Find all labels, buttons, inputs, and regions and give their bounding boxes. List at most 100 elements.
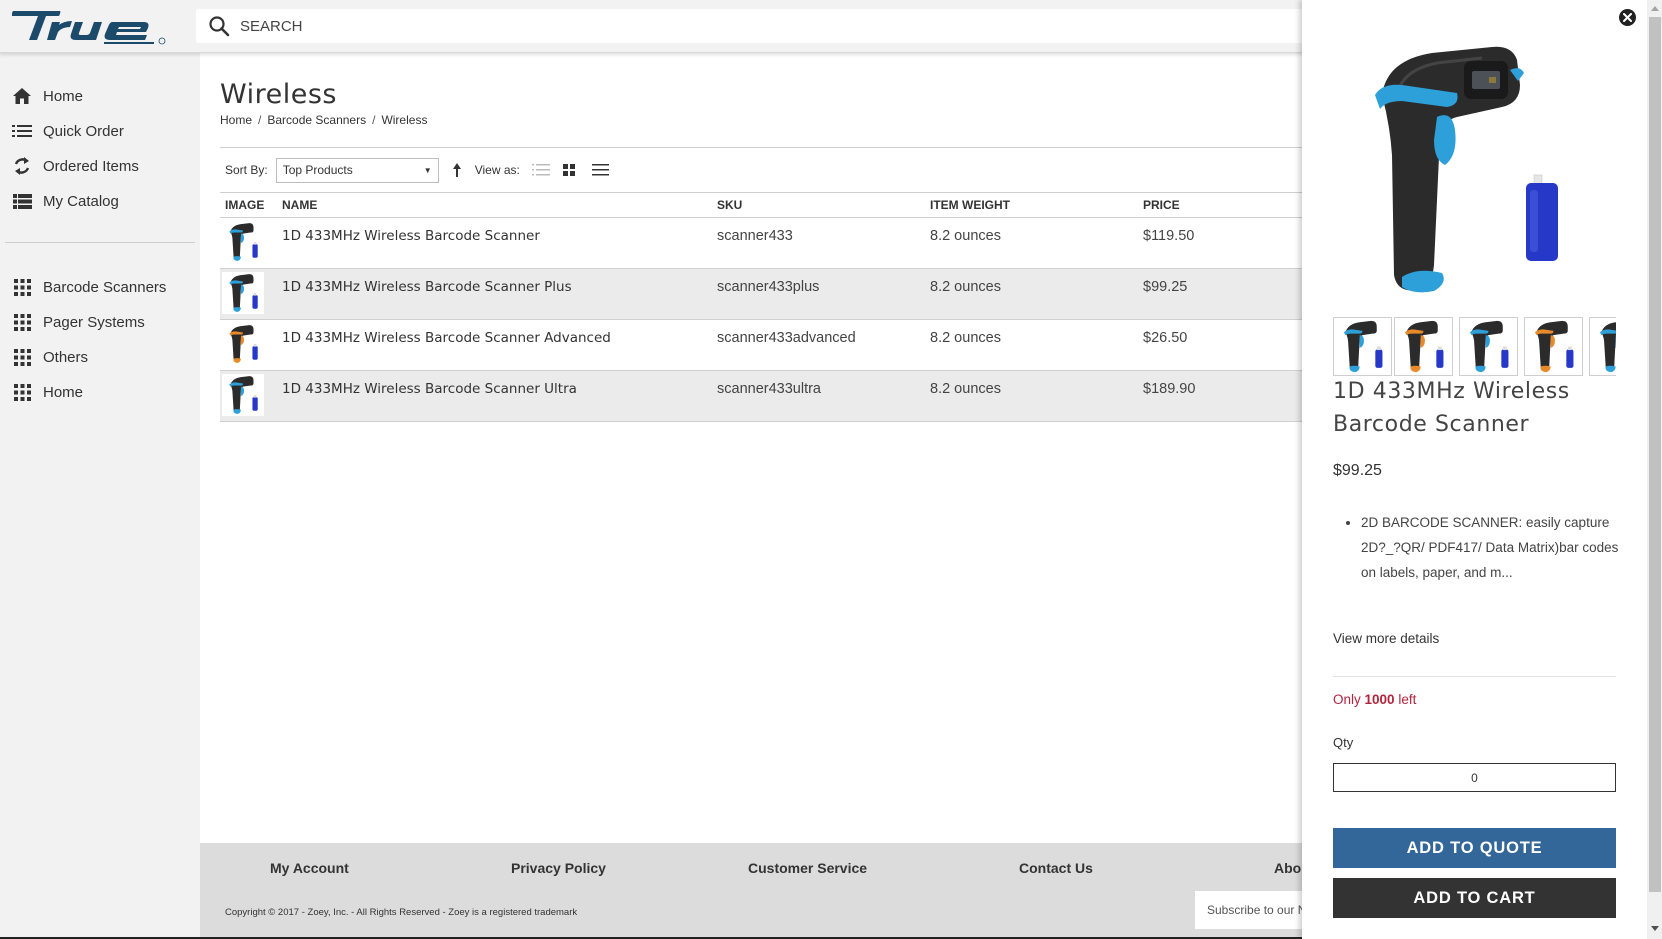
product-weight: 8.2 ounces xyxy=(925,319,1138,371)
list-view-icon[interactable] xyxy=(531,162,550,178)
refresh-icon xyxy=(12,156,32,176)
column-header-sku: SKU xyxy=(712,193,925,218)
product-price: $189.90 xyxy=(1138,370,1302,422)
home-icon xyxy=(12,86,32,106)
column-header-item-weight: ITEM WEIGHT xyxy=(925,193,1138,218)
gallery-thumbnail[interactable] xyxy=(1394,317,1453,376)
product-thumbnail[interactable] xyxy=(222,322,264,365)
gallery-thumbnail[interactable] xyxy=(1589,317,1616,376)
footer-link-my-account[interactable]: My Account xyxy=(270,860,349,876)
breadcrumb: Home / Barcode Scanners / Wireless xyxy=(220,113,427,127)
product-name[interactable]: 1D 433MHz Wireless Barcode Scanner Plus xyxy=(282,279,572,295)
sidebar-item-label: Home xyxy=(43,87,84,105)
close-icon[interactable] xyxy=(1619,9,1636,26)
sidebar-item-label: Pager Systems xyxy=(43,313,145,331)
copyright-text: Copyright © 2017 - Zoey, Inc. - All Righ… xyxy=(225,907,578,918)
newsletter-subscribe-input[interactable] xyxy=(1195,891,1315,929)
grid-icon xyxy=(12,347,32,367)
table-view-icon[interactable] xyxy=(591,162,610,178)
product-sku: scanner433advanced xyxy=(712,319,925,371)
product-weight: 8.2 ounces xyxy=(925,370,1138,422)
product-thumbnail[interactable] xyxy=(222,220,264,263)
product-weight: 8.2 ounces xyxy=(925,217,1138,269)
column-header-image: IMAGE xyxy=(220,193,277,218)
product-description: 2D BARCODE SCANNER: easily capture 2D?_?… xyxy=(1333,510,1623,585)
footer-link-customer-service[interactable]: Customer Service xyxy=(748,860,867,876)
product-main-image[interactable] xyxy=(1342,25,1592,300)
breadcrumb-barcode-scanners[interactable]: Barcode Scanners xyxy=(267,113,366,127)
grid-icon xyxy=(12,312,32,332)
product-name[interactable]: 1D 433MHz Wireless Barcode Scanner xyxy=(282,228,540,244)
table-row[interactable]: 1D 433MHz Wireless Barcode Scanner Plus … xyxy=(220,268,1302,320)
grid-icon xyxy=(12,382,32,402)
product-sku: scanner433 xyxy=(712,217,925,269)
sidebar-item-barcode-scanners[interactable]: Barcode Scanners xyxy=(12,274,166,300)
sidebar-item-ordered-items[interactable]: Ordered Items xyxy=(12,153,139,179)
drawer-scrollbar[interactable] xyxy=(1647,0,1662,939)
qty-label: Qty xyxy=(1333,735,1354,750)
sidebar-item-label: Ordered Items xyxy=(43,157,139,175)
divider xyxy=(220,147,1302,148)
qty-input[interactable] xyxy=(1333,763,1616,792)
product-name[interactable]: 1D 433MHz Wireless Barcode Scanner Ultra xyxy=(282,381,577,397)
arrow-up-icon[interactable] xyxy=(451,162,463,178)
search-bar[interactable] xyxy=(196,9,1346,43)
add-to-quote-button[interactable]: ADD TO QUOTE xyxy=(1333,828,1616,868)
sort-select[interactable]: Top Products ▼ xyxy=(275,157,439,183)
add-to-cart-button[interactable]: ADD TO CART xyxy=(1333,878,1616,918)
sort-label: Sort By: xyxy=(225,163,268,177)
sidebar-item-home[interactable]: Home xyxy=(12,83,83,109)
table-header-row: IMAGE NAME SKU ITEM WEIGHT PRICE xyxy=(220,193,1302,218)
sidebar-item-home-category[interactable]: Home xyxy=(12,379,83,405)
main-content: Wireless Home / Barcode Scanners / Wireless … xyxy=(200,53,1302,843)
table-row[interactable]: 1D 433MHz Wireless Barcode Scanner Ultra… xyxy=(220,370,1302,422)
true-brand-logo[interactable] xyxy=(11,6,180,46)
product-weight: 8.2 ounces xyxy=(925,268,1138,320)
gallery-thumbnail[interactable] xyxy=(1459,317,1518,376)
view-more-details-link[interactable]: View more details xyxy=(1333,631,1439,646)
sidebar-item-label: Others xyxy=(43,348,89,366)
product-name[interactable]: 1D 433MHz Wireless Barcode Scanner Advan… xyxy=(282,330,611,346)
sidebar-item-my-catalog[interactable]: My Catalog xyxy=(12,188,119,214)
scroll-down-arrow-icon[interactable] xyxy=(1647,920,1662,936)
sidebar-item-label: My Catalog xyxy=(43,192,119,210)
sidebar-item-others[interactable]: Others xyxy=(12,344,88,370)
sidebar-item-pager-systems[interactable]: Pager Systems xyxy=(12,309,145,335)
grid-view-icon[interactable] xyxy=(562,162,580,178)
divider xyxy=(1333,676,1616,677)
gallery-thumbnail[interactable] xyxy=(1524,317,1583,376)
breadcrumb-separator: / xyxy=(258,113,262,127)
gallery-thumbnail[interactable] xyxy=(1333,317,1392,376)
footer-link-contact-us[interactable]: Contact Us xyxy=(1019,860,1093,876)
table-row[interactable]: 1D 433MHz Wireless Barcode Scanner scann… xyxy=(220,217,1302,269)
scroll-up-arrow-icon[interactable] xyxy=(1647,0,1662,16)
scrollbar-thumb[interactable] xyxy=(1649,17,1661,892)
footer-link-privacy-policy[interactable]: Privacy Policy xyxy=(511,860,606,876)
breadcrumb-current: Wireless xyxy=(381,113,428,127)
product-price: $99.25 xyxy=(1138,268,1302,320)
scanner-image xyxy=(1469,320,1509,373)
search-input[interactable] xyxy=(240,17,1140,35)
footer: My Account Privacy Policy Customer Servi… xyxy=(200,843,1315,939)
scanner-image xyxy=(1404,320,1444,373)
sidebar-item-label: Quick Order xyxy=(43,122,124,140)
quick-view-drawer: 1D 433MHz Wireless Barcode Scanner $99.2… xyxy=(1302,0,1647,939)
product-sku: scanner433ultra xyxy=(712,370,925,422)
product-price: $119.50 xyxy=(1138,217,1302,269)
product-title: 1D 433MHz Wireless Barcode Scanner xyxy=(1333,379,1570,437)
product-thumbnail[interactable] xyxy=(222,271,264,314)
sort-select-value: Top Products xyxy=(282,163,353,177)
stock-status: Only 1000 left xyxy=(1333,692,1416,707)
product-thumbnail[interactable] xyxy=(222,373,264,416)
table-row[interactable]: 1D 433MHz Wireless Barcode Scanner Advan… xyxy=(220,319,1302,371)
sidebar-item-quick-order[interactable]: Quick Order xyxy=(12,118,124,144)
stock-suffix: left xyxy=(1398,692,1417,707)
stock-count: 1000 xyxy=(1364,692,1395,707)
breadcrumb-home[interactable]: Home xyxy=(220,113,252,127)
scanner-image xyxy=(229,324,258,363)
scanner-image xyxy=(1599,322,1616,373)
scanner-image xyxy=(229,222,258,261)
product-table: IMAGE NAME SKU ITEM WEIGHT PRICE 1D 433M… xyxy=(220,193,1302,422)
sidebar-item-label: Barcode Scanners xyxy=(43,278,167,296)
thumbnail-strip xyxy=(1333,317,1616,377)
